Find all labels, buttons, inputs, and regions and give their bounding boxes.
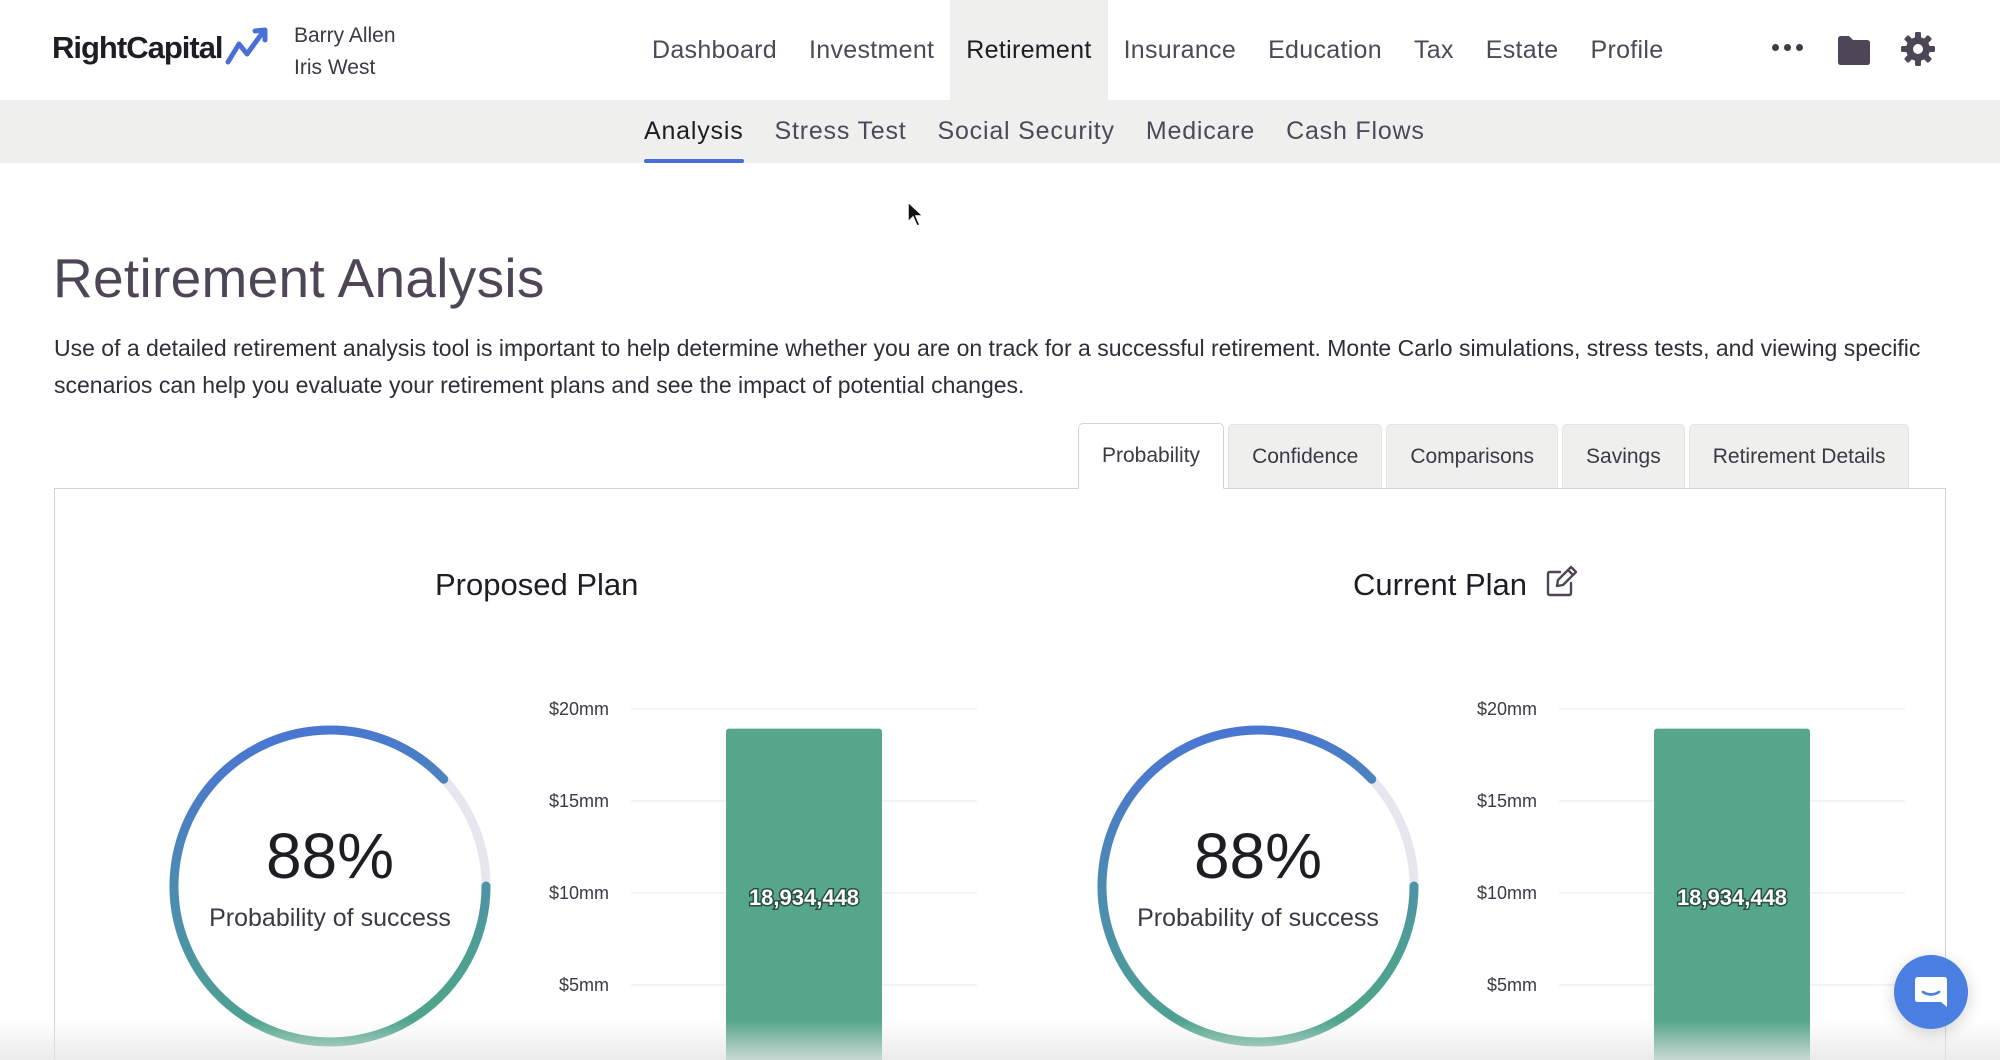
subnav-item-analysis[interactable]: Analysis (644, 100, 744, 163)
subnav-item-social-security[interactable]: Social Security (938, 100, 1115, 163)
edit-icon[interactable] (1545, 565, 1577, 597)
bar-data-label: 18,934,448 (1677, 885, 1787, 910)
page-title: Retirement Analysis (53, 247, 545, 309)
proposed-plan-probability-label: Probability of success (209, 904, 451, 932)
chat-icon (1915, 977, 1947, 1007)
chat-button[interactable] (1894, 955, 1968, 1029)
bar-data-label: 18,934,448 (749, 885, 859, 910)
tab-retirement-details[interactable]: Retirement Details (1688, 424, 1910, 488)
proposed-plan-probability-value: 88% (265, 820, 395, 892)
y-tick-label: $10mm (1477, 883, 1537, 903)
y-tick-label: $20mm (549, 699, 609, 719)
mouse-cursor-icon (907, 200, 925, 227)
folder-icon[interactable] (1836, 34, 1872, 66)
nav-item-investment[interactable]: Investment (793, 0, 950, 100)
y-tick-label: $5mm (559, 975, 609, 995)
client-name-primary: Barry Allen (294, 24, 396, 47)
nav-item-education[interactable]: Education (1252, 0, 1398, 100)
sub-navigation-bar: Analysis Stress Test Social Security Medica… (0, 100, 2000, 163)
y-tick-label: $15mm (1477, 791, 1537, 811)
current-plan-probability-label: Probability of success (1137, 904, 1379, 932)
y-tick-label: $15mm (549, 791, 609, 811)
brand-logo[interactable]: RightCapital (52, 27, 271, 66)
tab-savings[interactable]: Savings (1562, 424, 1685, 488)
more-icon[interactable] (1770, 36, 1805, 59)
tab-confidence[interactable]: Confidence (1228, 424, 1383, 488)
brand-name: RightCapital (52, 30, 224, 65)
client-name-spouse: Iris West (294, 56, 376, 79)
nav-item-profile[interactable]: Profile (1574, 0, 1679, 100)
current-plan-probability-value: 88% (1193, 820, 1323, 892)
tab-comparisons[interactable]: Comparisons (1386, 424, 1559, 488)
subnav-item-medicare[interactable]: Medicare (1146, 100, 1255, 163)
nav-item-estate[interactable]: Estate (1470, 0, 1575, 100)
page-description: Use of a detailed retirement analysis to… (54, 335, 1921, 398)
nav-item-dashboard[interactable]: Dashboard (636, 0, 793, 100)
main-nav: Dashboard Investment Retirement Insurance Ed… (636, 0, 1679, 100)
subnav-item-cash-flows[interactable]: Cash Flows (1286, 100, 1425, 163)
bottom-edge-shadow (0, 1020, 2000, 1060)
nav-item-tax[interactable]: Tax (1398, 0, 1470, 100)
gear-icon[interactable] (1900, 31, 1936, 67)
client-names: Barry Allen Iris West (294, 20, 396, 84)
nav-item-insurance[interactable]: Insurance (1108, 0, 1253, 100)
analysis-tabs: Probability Confidence Comparisons Savings R… (1078, 423, 1910, 489)
growth-arrow-icon (225, 27, 268, 65)
subnav-item-stress-test[interactable]: Stress Test (775, 100, 907, 163)
y-tick-label: $20mm (1477, 699, 1537, 719)
current-plan-bar-chart: $0$5mm$10mm$15mm$20mm18,934,448 (1477, 699, 1905, 1060)
y-tick-label: $5mm (1487, 975, 1537, 995)
current-plan-title: Current Plan (1353, 567, 1528, 602)
sub-nav: Analysis Stress Test Social Security Medica… (644, 100, 1425, 163)
y-tick-label: $10mm (549, 883, 609, 903)
top-navigation-bar: RightCapital Barry Allen Iris West Dashb… (0, 0, 2000, 100)
probability-panel: Proposed Plan 88% Probability of success… (54, 488, 1946, 1060)
tab-probability[interactable]: Probability (1078, 423, 1225, 489)
nav-item-retirement[interactable]: Retirement (950, 0, 1108, 100)
proposed-plan-bar-chart: $0$5mm$10mm$15mm$20mm18,934,448 (549, 699, 977, 1060)
proposed-plan-title: Proposed Plan (435, 567, 639, 602)
